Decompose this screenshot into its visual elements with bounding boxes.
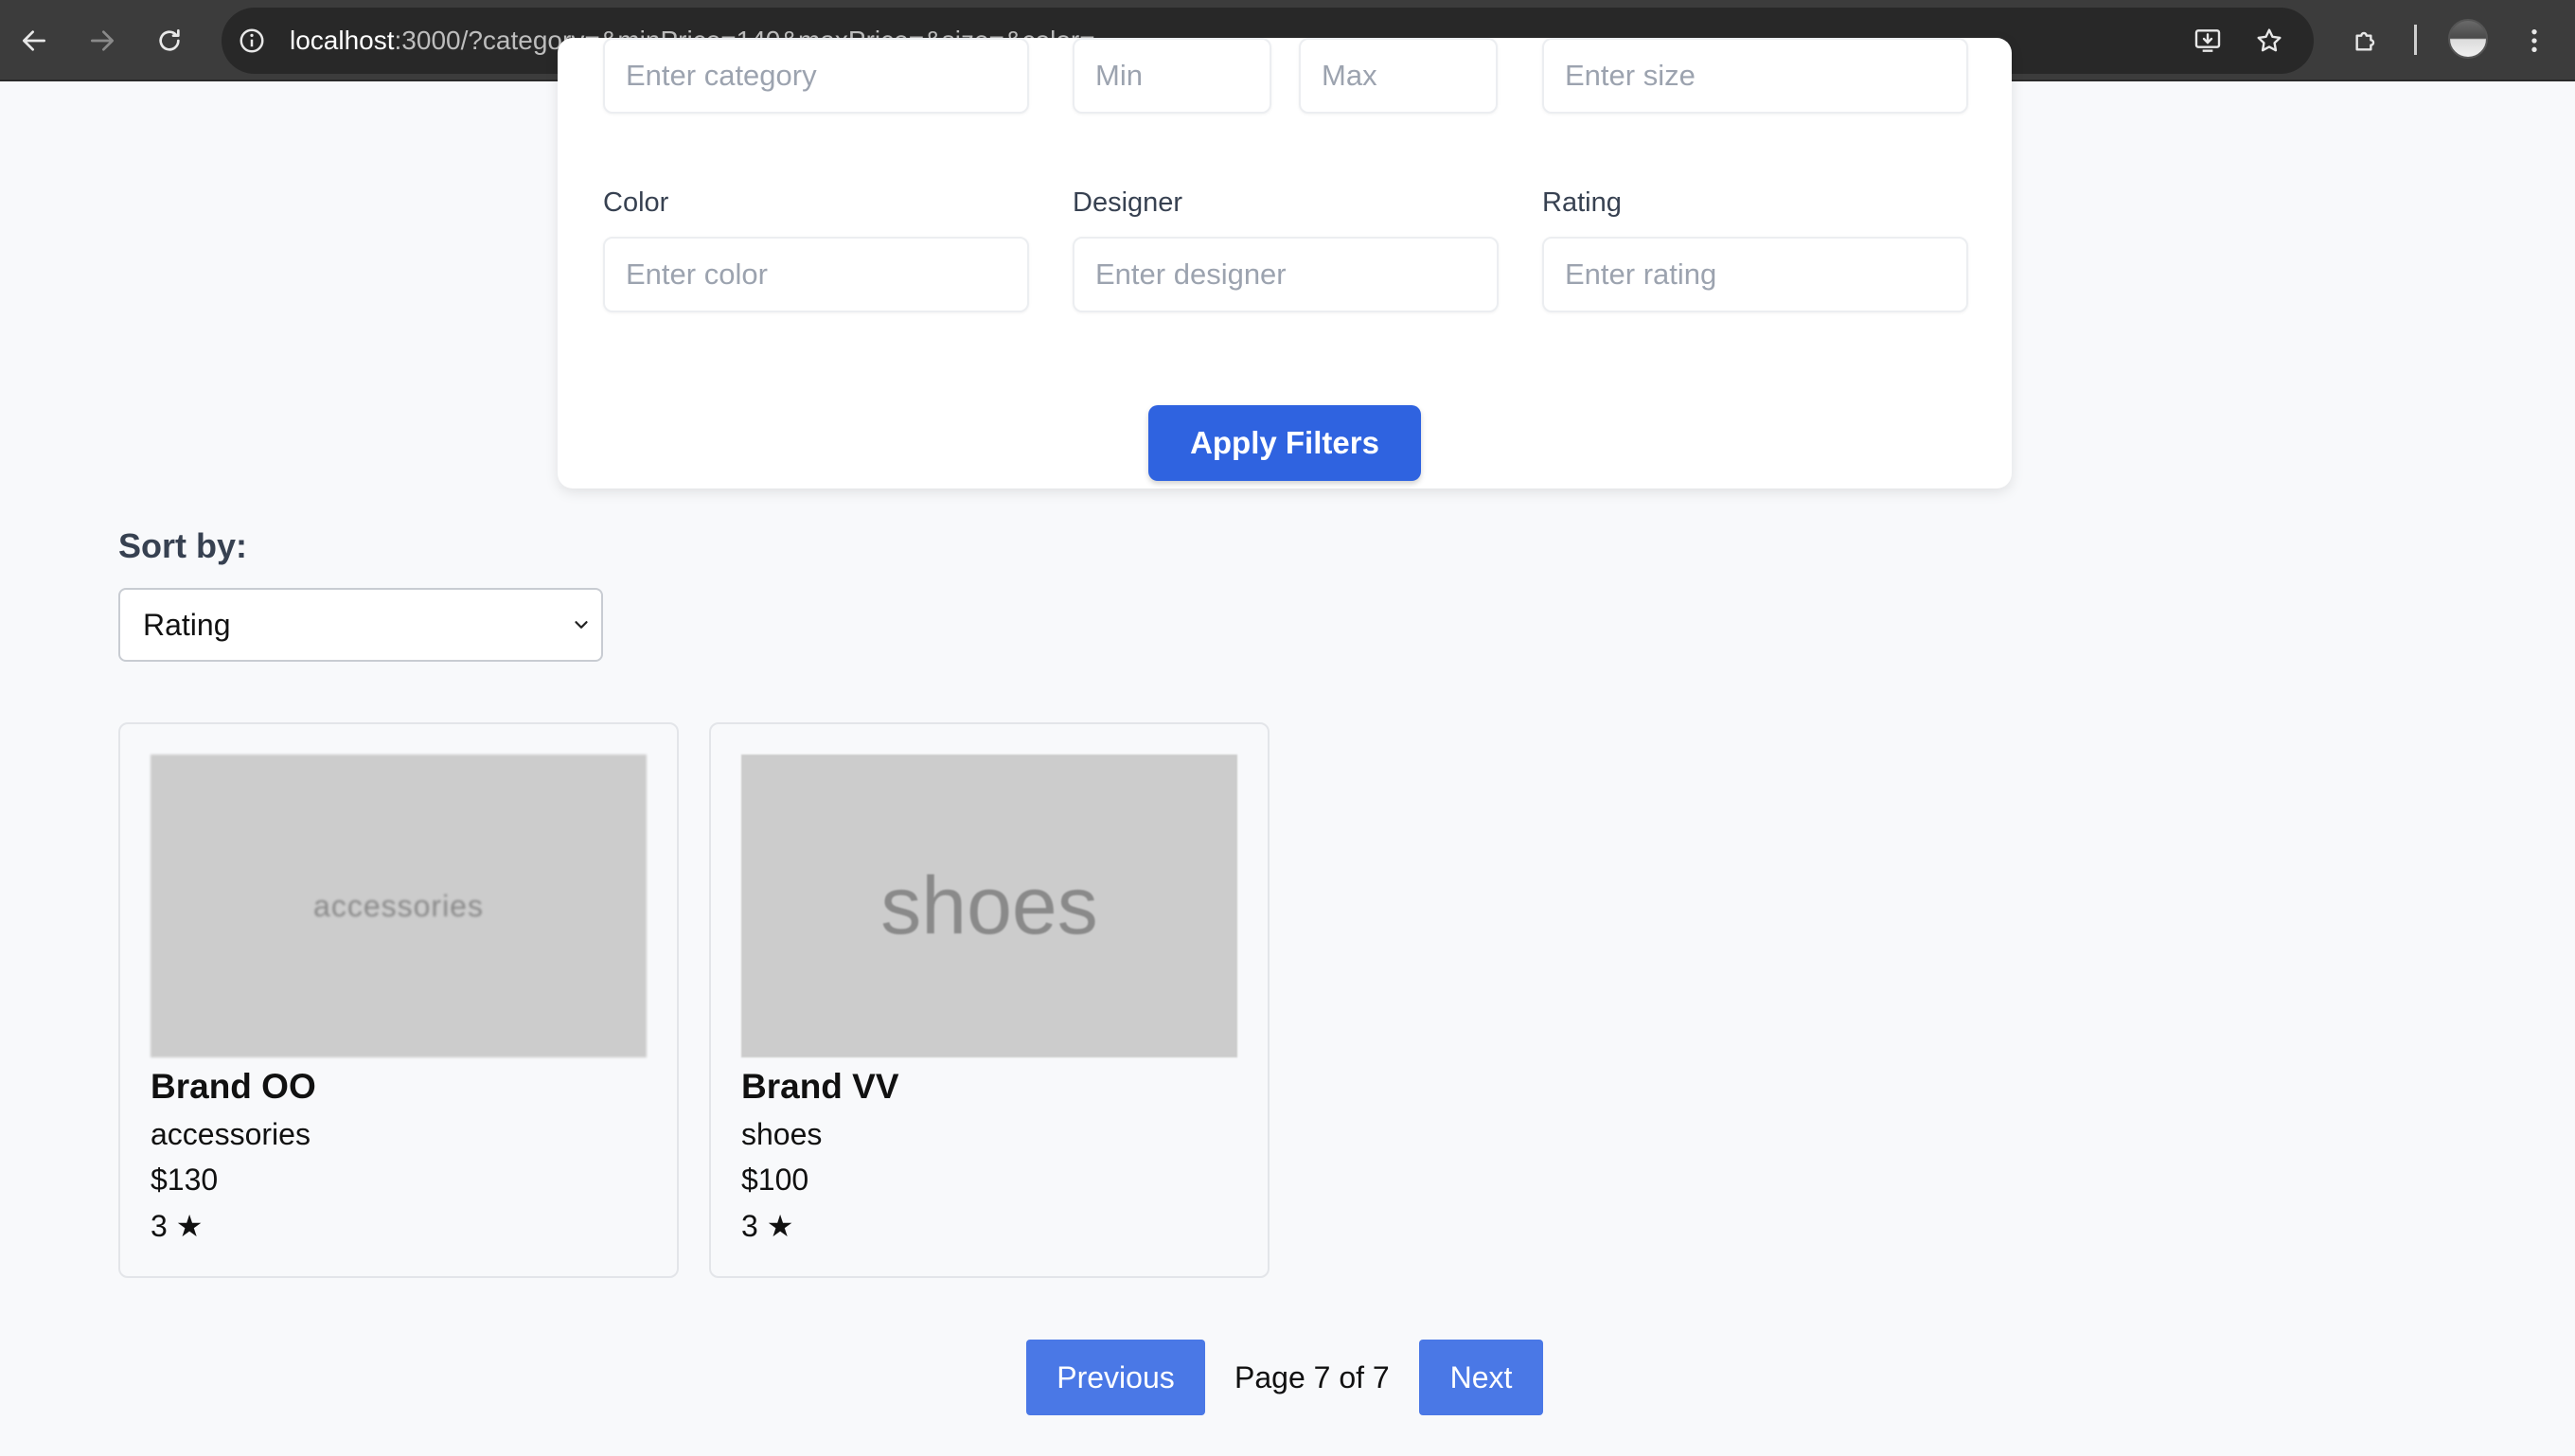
designer-label: Designer [1073, 187, 1183, 218]
extensions-button[interactable] [2341, 16, 2390, 65]
chevron-down-icon [575, 621, 588, 629]
puzzle-icon [2355, 31, 2375, 51]
size-input[interactable] [1542, 38, 1968, 114]
url-host: localhost [290, 26, 395, 55]
kebab-menu-icon [2531, 29, 2537, 52]
bookmark-star-icon[interactable] [2252, 24, 2286, 58]
arrow-left-icon [23, 30, 45, 51]
product-price: $100 [741, 1163, 809, 1197]
star-icon: ★ [175, 1209, 204, 1243]
product-name: Brand OO [151, 1067, 316, 1106]
min-price-input[interactable] [1073, 38, 1271, 114]
color-label: Color [603, 187, 669, 218]
product-image: shoes [741, 755, 1237, 1057]
back-button[interactable] [9, 16, 59, 65]
filter-panel: Color Designer Rating Apply Filters [558, 38, 2012, 488]
previous-page-button[interactable]: Previous [1026, 1340, 1205, 1415]
menu-button[interactable] [2510, 16, 2559, 65]
product-card[interactable]: shoes Brand VV shoes $100 3 ★ [709, 722, 1270, 1278]
toolbar-divider [2414, 25, 2417, 55]
product-image-text: shoes [880, 860, 1098, 951]
rating-value: 3 [741, 1209, 758, 1243]
max-price-input[interactable] [1299, 38, 1498, 114]
reload-button[interactable] [145, 16, 194, 65]
rating-value: 3 [151, 1209, 168, 1243]
forward-button[interactable] [78, 16, 127, 65]
designer-input[interactable] [1073, 237, 1499, 312]
rating-input[interactable] [1542, 237, 1968, 312]
product-rating: 3 ★ [741, 1208, 793, 1244]
apply-filters-button[interactable]: Apply Filters [1148, 405, 1421, 481]
install-app-icon[interactable] [2191, 24, 2225, 58]
sort-select[interactable]: Rating [118, 588, 603, 662]
product-card[interactable]: accessories Brand OO accessories $130 3 … [118, 722, 679, 1278]
product-image-text: accessories [313, 888, 484, 923]
product-category: shoes [741, 1117, 823, 1151]
profile-avatar[interactable] [2448, 19, 2488, 59]
color-input[interactable] [603, 237, 1029, 312]
product-rating: 3 ★ [151, 1208, 203, 1244]
page-indicator: Page 7 of 7 [1234, 1360, 1390, 1394]
star-icon: ★ [766, 1209, 794, 1243]
sort-selected-value: Rating [143, 608, 231, 642]
sort-label: Sort by: [118, 526, 248, 565]
site-info-icon[interactable] [235, 24, 269, 58]
next-page-button[interactable]: Next [1419, 1340, 1543, 1415]
product-price: $130 [151, 1163, 219, 1197]
arrow-right-icon [91, 30, 114, 51]
rating-label: Rating [1542, 187, 1622, 218]
reload-icon [159, 29, 180, 51]
product-name: Brand VV [741, 1067, 899, 1106]
product-category: accessories [151, 1117, 311, 1151]
product-image: accessories [151, 755, 647, 1057]
category-input[interactable] [603, 38, 1029, 114]
